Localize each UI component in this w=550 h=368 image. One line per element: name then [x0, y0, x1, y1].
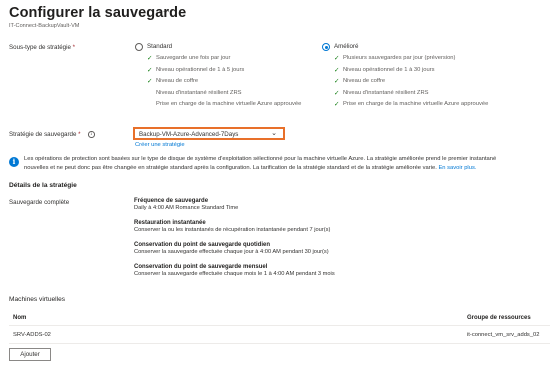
required-mark: *	[72, 44, 76, 51]
list-item: ✓ Niveau opérationnel de 1 à 30 jours	[334, 65, 488, 77]
checkmark-icon: ✓	[334, 78, 340, 86]
list-item: ✓ Sauvegarde une fois par jour	[147, 53, 301, 65]
enhanced-radio[interactable]	[322, 43, 330, 51]
full-backup-label: Sauvegarde complète	[9, 199, 70, 206]
chevron-down-icon: ⌄	[271, 130, 277, 137]
standard-option-label[interactable]: Standard	[147, 43, 172, 50]
checkmark-icon: ✓	[334, 66, 340, 74]
list-item: ✓ Plusieurs sauvegardes par jour (prévers…	[334, 53, 488, 65]
table-row[interactable]: SRV-ADDS-02 it-connect_vm_srv_adds_02	[9, 327, 550, 343]
list-item: ✓ Prise en charge de la machine virtuelle…	[334, 99, 488, 111]
policy-detail-item: Fréquence de sauvegarde Daily à 4:00 AM …	[134, 198, 239, 211]
list-item: ✓ Niveau de coffre	[147, 76, 301, 88]
checkmark-icon: ✓	[147, 55, 153, 62]
more-options-icon[interactable]: ···	[158, 6, 171, 17]
policy-label: Stratégie de sauvegarde *	[9, 131, 81, 138]
info-icon: i	[9, 157, 19, 167]
page-subtitle: IT-Connect-BackupVault-VM	[9, 23, 80, 29]
checkmark-icon: ✓	[147, 78, 153, 86]
standard-radio[interactable]	[135, 43, 143, 51]
policy-detail-item: Restauration instantanée Conserver la ou…	[134, 220, 331, 233]
enhanced-features-list: ✓ Plusieurs sauvegardes par jour (prévers…	[334, 53, 488, 111]
subtype-label: Sous-type de stratégie *	[9, 44, 76, 51]
standard-features-list: ✓ Sauvegarde une fois par jour ✓ Niveau op…	[147, 53, 301, 111]
checkmark-icon: ✓	[334, 101, 340, 109]
learn-more-link[interactable]: En savoir plus.	[438, 165, 476, 171]
list-item: Prise en charge de la machine virtuelle …	[156, 101, 302, 108]
list-item: ✓ Niveau de coffre	[334, 76, 488, 88]
policy-detail-item: Conservation du point de sauvegarde quot…	[134, 242, 329, 255]
policy-detail-item: Conservation du point de sauvegarde mens…	[134, 264, 335, 277]
vm-name: SRV-ADDS-02	[13, 332, 51, 338]
vm-resource-group: it-connect_vm_srv_adds_02	[467, 332, 540, 338]
add-button[interactable]: Ajouter	[9, 348, 51, 361]
create-policy-link[interactable]: Créer une stratégie	[135, 142, 185, 148]
list-item: ✓ Niveau d'instantané résilient ZRS	[334, 88, 488, 100]
info-icon[interactable]: i	[88, 131, 95, 138]
enhanced-option-label[interactable]: Amélioré	[334, 43, 358, 50]
divider	[9, 343, 550, 344]
list-item: Niveau d'instantané résilient ZRS	[156, 89, 242, 96]
required-mark: *	[78, 131, 81, 138]
checkmark-icon: ✓	[334, 89, 340, 97]
info-banner-text: Les opérations de protection sont basées…	[24, 156, 497, 171]
policy-dropdown-value: Backup-VM-Azure-Advanced-7Days	[139, 130, 239, 138]
divider	[9, 325, 550, 326]
column-header-name[interactable]: Nom	[13, 315, 26, 321]
list-item: ✓ Niveau opérationnel de 1 à 5 jours	[147, 65, 301, 77]
checkmark-icon: ✓	[147, 66, 153, 74]
details-heading: Détails de la stratégie	[9, 182, 77, 189]
policy-dropdown[interactable]: Backup-VM-Azure-Advanced-7Days ⌄	[133, 127, 285, 140]
vms-heading: Machines virtuelles	[9, 296, 66, 303]
column-header-resource-group[interactable]: Groupe de ressources	[467, 315, 531, 321]
checkmark-icon: ✓	[334, 55, 340, 62]
